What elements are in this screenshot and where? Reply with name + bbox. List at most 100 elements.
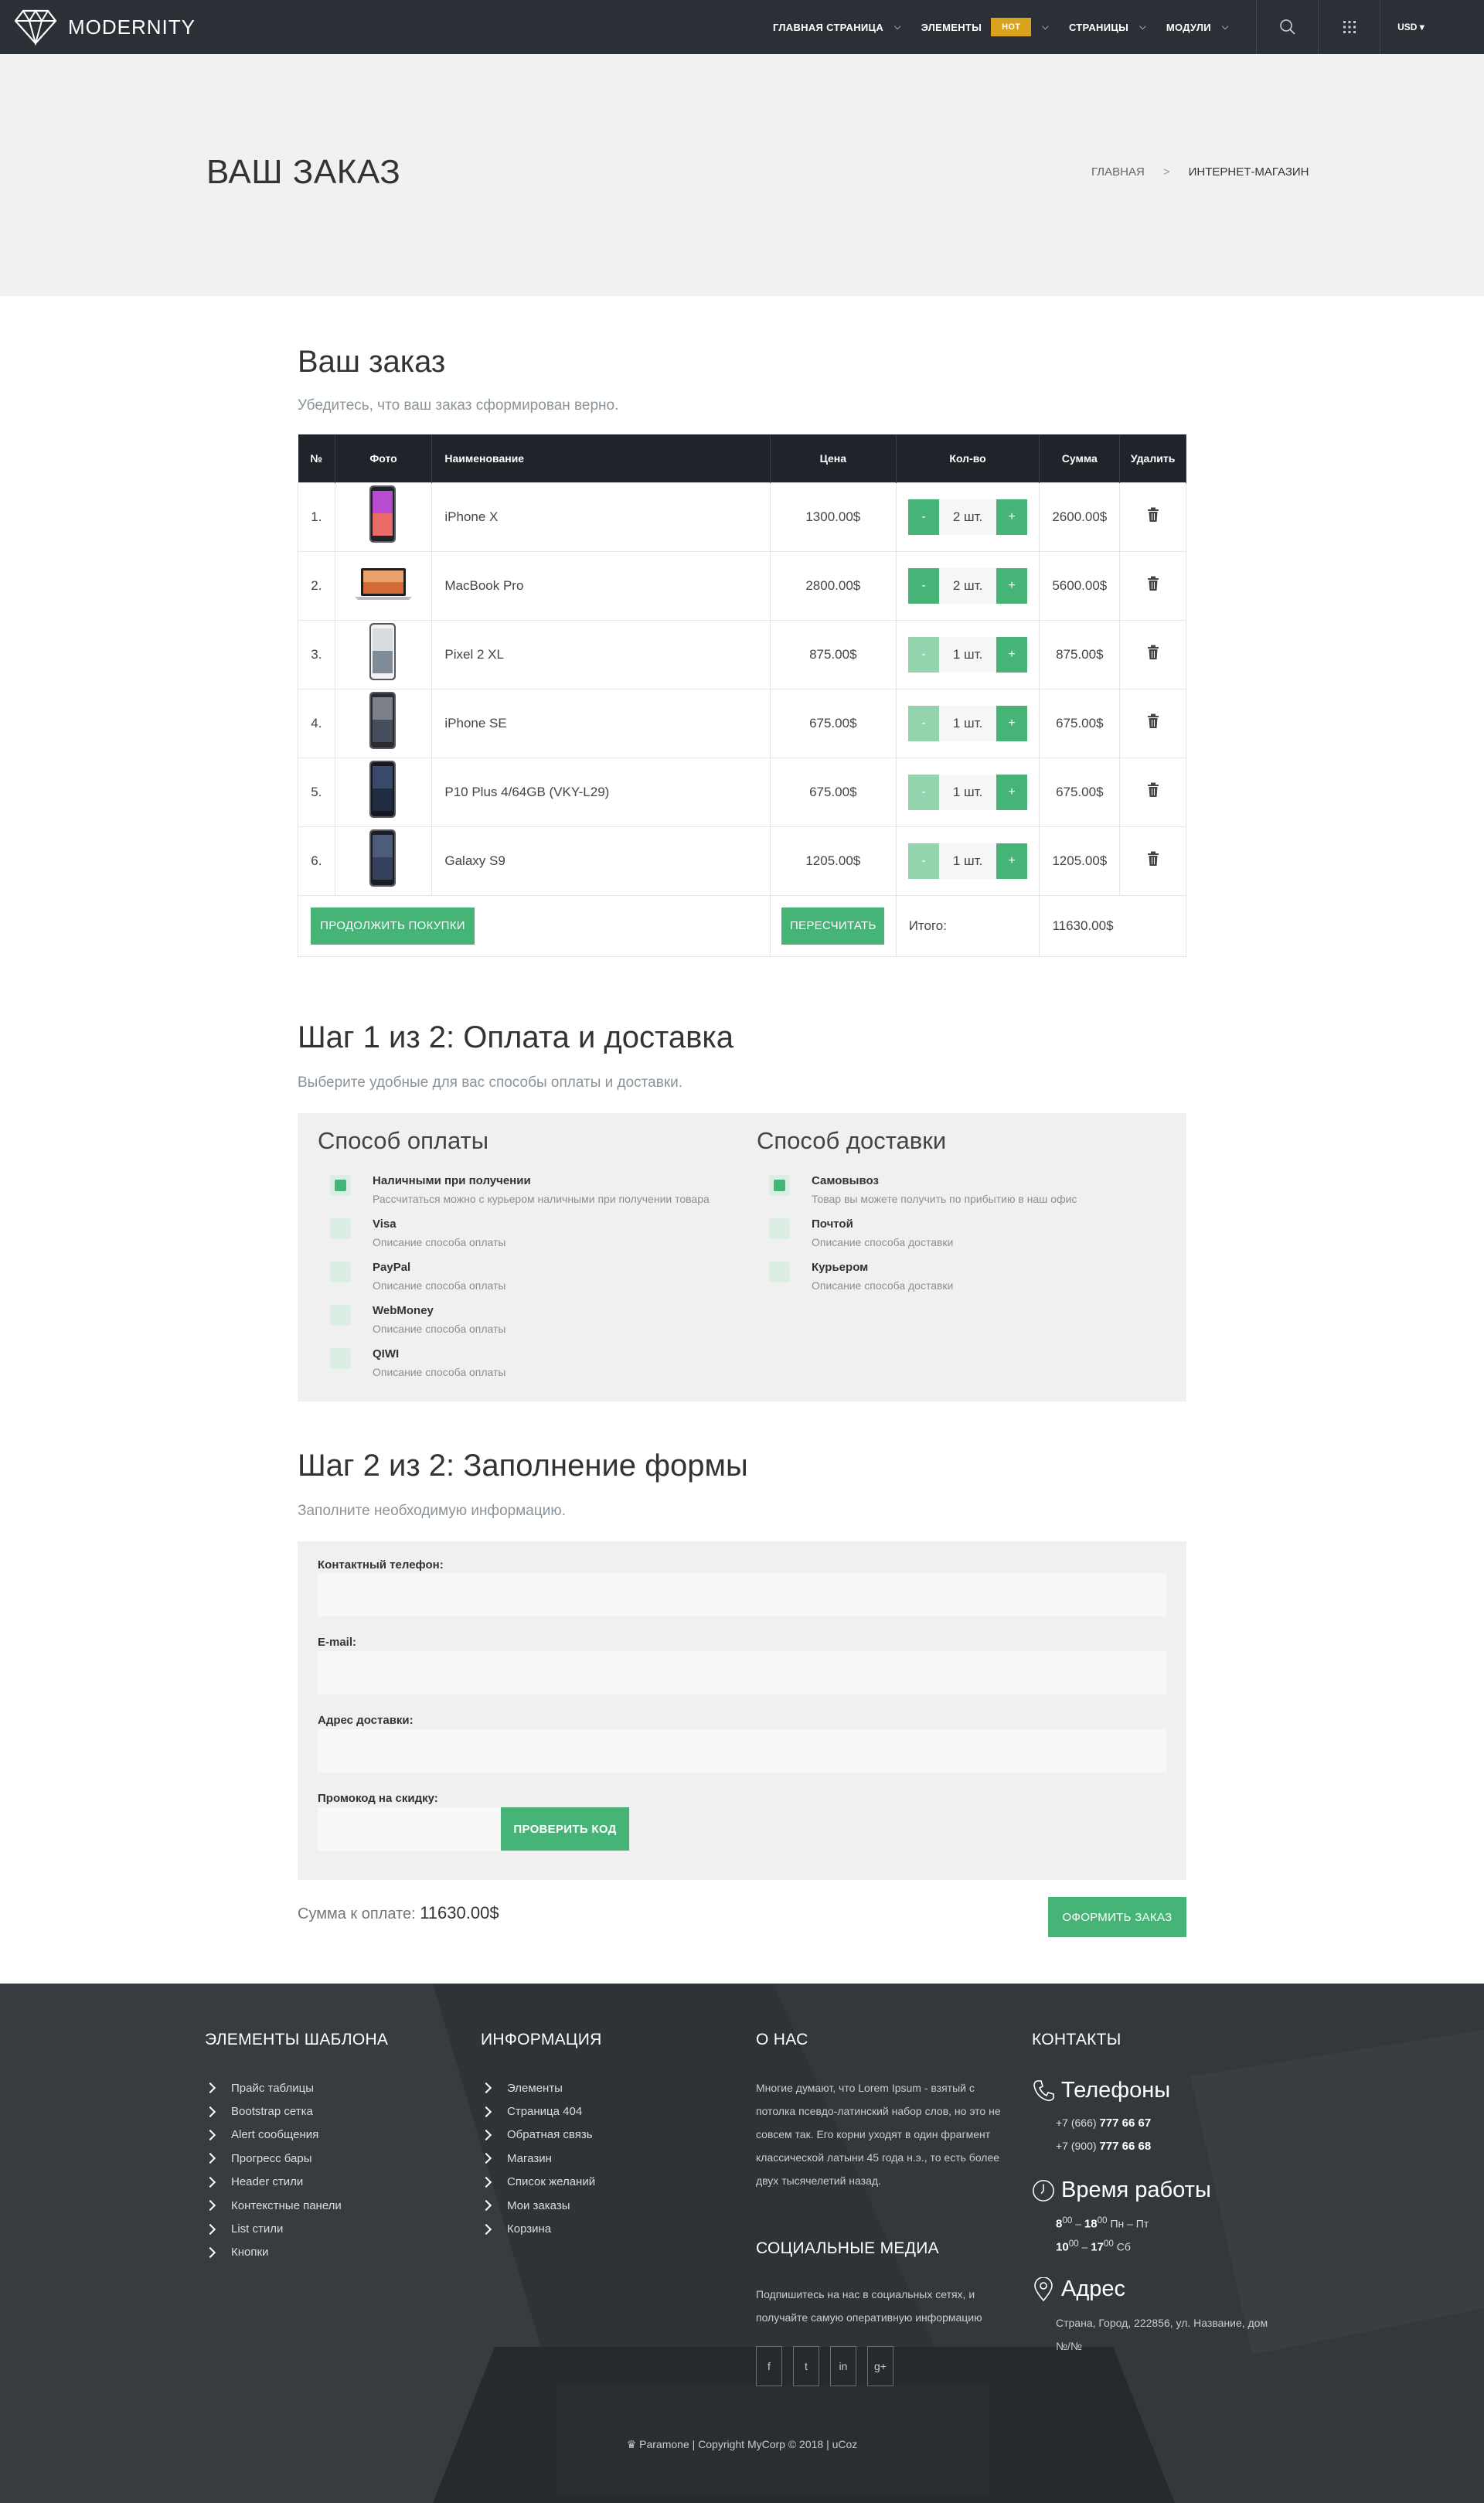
checkbox[interactable] bbox=[769, 1175, 790, 1196]
footer-link[interactable]: Элементы bbox=[481, 2076, 595, 2099]
row-name[interactable]: P10 Plus 4/64GB (VKY-L29) bbox=[431, 757, 771, 827]
checkbox[interactable] bbox=[769, 1218, 790, 1239]
footer-link[interactable]: Корзина bbox=[481, 2217, 595, 2240]
phone-product-image bbox=[369, 761, 397, 818]
increase-qty-button[interactable]: + bbox=[996, 774, 1028, 810]
checkbox[interactable] bbox=[330, 1348, 351, 1369]
google-plus-icon[interactable]: g+ bbox=[867, 2346, 893, 2386]
footer-link[interactable]: Alert сообщения bbox=[205, 2123, 342, 2147]
nav-item-pages[interactable]: СТРАНИЦЫ ⌵ bbox=[1069, 22, 1146, 33]
row-photo[interactable] bbox=[334, 482, 433, 552]
delivery-option[interactable]: Почтой Описание способа доставки bbox=[769, 1217, 953, 1248]
footer-link[interactable]: Header стили bbox=[205, 2171, 342, 2194]
increase-qty-button[interactable]: + bbox=[996, 567, 1028, 604]
promo-input[interactable] bbox=[318, 1807, 501, 1851]
decrease-qty-button[interactable]: - bbox=[908, 636, 940, 673]
decrease-qty-button[interactable]: - bbox=[908, 705, 940, 741]
row-name[interactable]: Pixel 2 XL bbox=[431, 619, 771, 690]
continue-shopping-button[interactable]: ПРОДОЛЖИТЬ ПОКУПКИ bbox=[311, 907, 475, 945]
row-photo[interactable] bbox=[334, 688, 433, 758]
trash-icon[interactable] bbox=[1147, 782, 1159, 801]
phone-input[interactable] bbox=[318, 1573, 1166, 1616]
row-name[interactable]: Galaxy S9 bbox=[431, 826, 771, 896]
decrease-qty-button[interactable]: - bbox=[908, 774, 940, 810]
delivery-option[interactable]: Самовывоз Товар вы можете получить по при… bbox=[769, 1174, 1077, 1205]
row-name[interactable]: iPhone SE bbox=[431, 688, 771, 758]
option-label: Visa bbox=[373, 1217, 397, 1231]
delivery-option[interactable]: Курьером Описание способа доставки bbox=[769, 1261, 953, 1292]
table-row: 2. MacBook Pro 2800.00$ -2 шт. +5600.00$ bbox=[298, 550, 1186, 621]
breadcrumb-home[interactable]: ГЛАВНАЯ bbox=[1091, 165, 1145, 179]
increase-qty-button[interactable]: + bbox=[996, 636, 1028, 673]
payment-option[interactable]: PayPal Описание способа оплаты bbox=[330, 1261, 505, 1292]
footer-link[interactable]: Кнопки bbox=[205, 2241, 342, 2264]
facebook-icon[interactable]: f bbox=[756, 2346, 782, 2386]
footer-link[interactable]: Bootstrap сетка bbox=[205, 2099, 342, 2123]
footer-link[interactable]: Мои заказы bbox=[481, 2194, 595, 2217]
checkbox[interactable] bbox=[330, 1262, 351, 1282]
increase-qty-button[interactable]: + bbox=[996, 705, 1028, 741]
check-promo-button[interactable]: ПРОВЕРИТЬ КОД bbox=[501, 1807, 629, 1851]
increase-qty-button[interactable]: + bbox=[996, 499, 1028, 535]
trash-icon[interactable] bbox=[1147, 576, 1159, 594]
address-heading: Адрес bbox=[1032, 2277, 1125, 2302]
checkbox[interactable] bbox=[330, 1305, 351, 1326]
phone-1-code: +7 (666) bbox=[1056, 2116, 1097, 2129]
trash-icon[interactable] bbox=[1147, 713, 1159, 732]
payment-option[interactable]: Visa Описание способа оплаты bbox=[330, 1217, 505, 1248]
payment-option[interactable]: Наличными при получении Рассчитаться можн… bbox=[330, 1174, 710, 1205]
qty-value[interactable]: 2 шт. bbox=[939, 567, 997, 604]
col-photo: Фото bbox=[335, 434, 433, 482]
row-photo[interactable] bbox=[334, 550, 433, 621]
checkbox[interactable] bbox=[330, 1175, 351, 1196]
footer-link[interactable]: Прогресс бары bbox=[205, 2147, 342, 2170]
qty-value[interactable]: 1 шт. bbox=[939, 636, 997, 673]
search-button[interactable] bbox=[1256, 0, 1318, 54]
linkedin-icon[interactable]: in bbox=[830, 2346, 856, 2386]
row-photo[interactable] bbox=[334, 757, 433, 827]
checkbox[interactable] bbox=[769, 1262, 790, 1282]
decrease-qty-button[interactable]: - bbox=[908, 567, 940, 604]
qty-value[interactable]: 1 шт. bbox=[939, 843, 997, 879]
footer-link[interactable]: List стили bbox=[205, 2217, 342, 2240]
increase-qty-button[interactable]: + bbox=[996, 843, 1028, 879]
recalculate-button[interactable]: ПЕРЕСЧИТАТЬ bbox=[781, 907, 885, 945]
qty-value[interactable]: 1 шт. bbox=[939, 774, 997, 810]
nav-item-elements[interactable]: ЭЛЕМЕНТЫ HOT ⌵ bbox=[921, 18, 1049, 36]
payment-option[interactable]: QIWI Описание способа оплаты bbox=[330, 1347, 505, 1378]
email-input[interactable] bbox=[318, 1651, 1166, 1694]
qty-value[interactable]: 1 шт. bbox=[939, 705, 997, 741]
row-name[interactable]: MacBook Pro bbox=[431, 550, 771, 621]
trash-icon[interactable] bbox=[1147, 645, 1159, 663]
row-name[interactable]: iPhone X bbox=[431, 482, 771, 552]
twitter-icon[interactable]: t bbox=[793, 2346, 819, 2386]
place-order-button[interactable]: ОФОРМИТЬ ЗАКАЗ bbox=[1048, 1897, 1186, 1937]
option-description: Описание способа оплаты bbox=[373, 1323, 506, 1335]
currency-selector[interactable]: USD ▾ bbox=[1380, 0, 1441, 54]
footer-link[interactable]: Обратная связь bbox=[481, 2123, 595, 2147]
footer-link[interactable]: Список желаний bbox=[481, 2171, 595, 2194]
trash-icon[interactable] bbox=[1147, 851, 1159, 870]
footer-contacts-title: КОНТАКТЫ bbox=[1032, 2031, 1122, 2048]
checkbox[interactable] bbox=[330, 1218, 351, 1239]
logo[interactable]: MODERNITY bbox=[14, 8, 196, 46]
row-number: 4. bbox=[298, 688, 335, 758]
address-input[interactable] bbox=[318, 1729, 1166, 1773]
apps-grid-button[interactable] bbox=[1318, 0, 1380, 54]
phone-product-image bbox=[369, 623, 397, 680]
footer-link[interactable]: Страница 404 bbox=[481, 2099, 595, 2123]
trash-icon[interactable] bbox=[1147, 507, 1159, 526]
decrease-qty-button[interactable]: - bbox=[908, 843, 940, 879]
footer-link[interactable]: Контекстные панели bbox=[205, 2194, 342, 2217]
footer-link[interactable]: Магазин bbox=[481, 2147, 595, 2170]
option-label: Самовывоз bbox=[812, 1174, 879, 1187]
nav-item-modules[interactable]: МОДУЛИ ⌵ bbox=[1166, 22, 1229, 33]
nav-item-home[interactable]: ГЛАВНАЯ СТРАНИЦА ⌵ bbox=[773, 22, 901, 33]
row-photo[interactable] bbox=[334, 826, 433, 896]
clock-icon bbox=[1033, 2179, 1054, 2202]
payment-option[interactable]: WebMoney Описание способа оплаты bbox=[330, 1304, 506, 1335]
footer-link[interactable]: Прайс таблицы bbox=[205, 2076, 342, 2099]
decrease-qty-button[interactable]: - bbox=[908, 499, 940, 535]
qty-value[interactable]: 2 шт. bbox=[939, 499, 997, 535]
row-photo[interactable] bbox=[334, 619, 433, 690]
